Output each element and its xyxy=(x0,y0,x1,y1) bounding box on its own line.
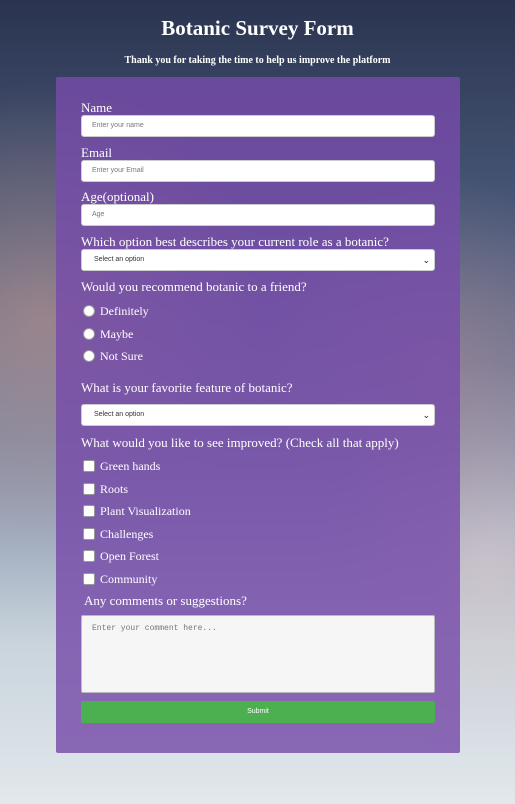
age-input[interactable]: Age xyxy=(81,204,435,226)
chevron-down-icon: ⌄ xyxy=(422,255,430,265)
email-label: Email xyxy=(81,145,113,160)
page-subtitle: Thank you for taking the time to help us… xyxy=(124,55,391,66)
checkbox[interactable] xyxy=(83,505,95,517)
improve-label: What would you like to see improved? (Ch… xyxy=(81,435,399,450)
radio-button[interactable] xyxy=(83,305,95,317)
email-input[interactable]: Enter your Email xyxy=(81,160,435,182)
checkbox-label: Community xyxy=(100,572,158,586)
role-select[interactable]: Select an option ⌄ xyxy=(81,249,435,271)
radio-button[interactable] xyxy=(83,328,95,340)
checkbox-label: Plant Visualization xyxy=(100,504,191,518)
radio-label: Definitely xyxy=(100,304,149,318)
name-label: Name xyxy=(81,100,113,115)
age-label: Age(optional) xyxy=(81,189,154,204)
page-title: Botanic Survey Form xyxy=(161,16,354,40)
survey-form: Name Enter your name Email Enter your Em… xyxy=(56,77,460,753)
radio-button[interactable] xyxy=(83,350,95,362)
checkbox-label: Challenges xyxy=(100,527,154,541)
favorite-label: What is your favorite feature of botanic… xyxy=(81,380,293,395)
favorite-select-value: Select an option xyxy=(94,411,145,418)
checkbox-label: Open Forest xyxy=(100,549,159,563)
checkbox[interactable] xyxy=(83,573,95,585)
checkbox[interactable] xyxy=(83,550,95,562)
comments-label: Any comments or suggestions? xyxy=(84,593,247,608)
checkbox[interactable] xyxy=(83,528,95,540)
submit-button[interactable]: Submit xyxy=(81,701,435,723)
role-label: Which option best describes your current… xyxy=(81,234,389,249)
checkbox[interactable] xyxy=(83,460,95,472)
role-select-value: Select an option xyxy=(94,256,145,263)
chevron-down-icon: ⌄ xyxy=(422,410,430,420)
checkbox-label: Roots xyxy=(100,482,129,496)
recommend-label: Would you recommend botanic to a friend? xyxy=(81,279,307,294)
checkbox-label: Green hands xyxy=(100,459,161,473)
radio-label: Maybe xyxy=(100,327,134,341)
checkbox[interactable] xyxy=(83,483,95,495)
radio-label: Not Sure xyxy=(100,349,143,363)
favorite-select[interactable]: Select an option ⌄ xyxy=(81,404,435,426)
name-input[interactable]: Enter your name xyxy=(81,115,435,137)
comments-textarea[interactable]: Enter your comment here... xyxy=(81,615,435,693)
